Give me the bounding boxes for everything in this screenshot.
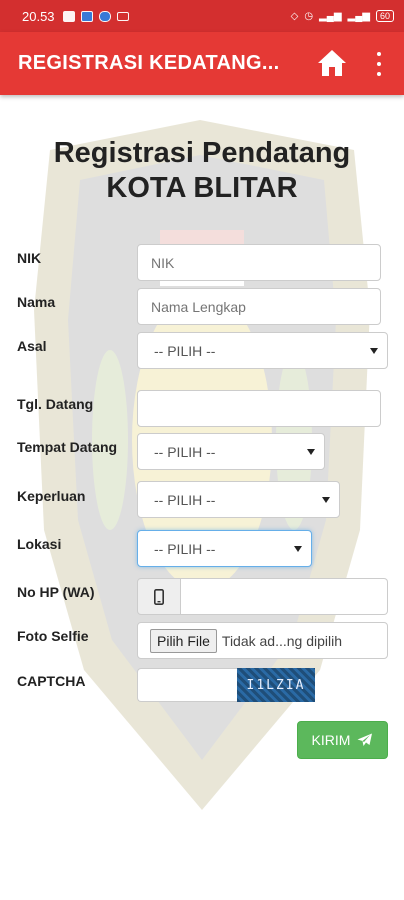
lokasi-select-value: -- PILIH -- (154, 540, 216, 557)
tgl-datang-input[interactable] (137, 390, 381, 427)
chevron-down-icon (370, 348, 378, 354)
asal-select-value: -- PILIH -- (154, 342, 216, 359)
nik-input[interactable] (137, 244, 381, 281)
asal-select[interactable]: -- PILIH -- (137, 332, 388, 369)
status-bar: 20.53 ◇ ◷ ▂▄▆ ▂▄▆ 60 (0, 0, 404, 32)
asal-label: Asal (17, 338, 47, 354)
app-notification-icon (80, 10, 93, 22)
cloud-icon (98, 10, 111, 22)
foto-selfie-field: Pilih File Tidak ad...ng dipilih (137, 622, 388, 659)
alarm-icon: ◷ (304, 10, 314, 22)
captcha-label: CAPTCHA (17, 673, 86, 689)
battery-icon: 60 (375, 10, 394, 22)
more-vert-icon[interactable] (368, 50, 390, 78)
notification-icons (62, 10, 129, 22)
chevron-down-icon (322, 497, 330, 503)
app-title: REGISTRASI KEDATANG... (18, 52, 280, 74)
kirim-button[interactable]: KIRIM (297, 721, 388, 759)
tempat-datang-select-value: -- PILIH -- (154, 443, 216, 460)
signal-icon: ▂▄▆ (319, 10, 342, 22)
keperluan-label: Keperluan (17, 488, 86, 504)
screen-icon (116, 11, 129, 21)
home-icon[interactable] (316, 48, 348, 78)
system-icons: ◇ ◷ ▂▄▆ ▂▄▆ 60 (291, 10, 394, 22)
keperluan-select[interactable]: -- PILIH -- (137, 481, 340, 518)
nik-label: NIK (17, 250, 42, 266)
choose-file-button[interactable]: Pilih File (150, 628, 217, 653)
no-hp-group (137, 578, 388, 615)
mobile-phone-icon (137, 578, 181, 615)
chevron-down-icon (307, 449, 315, 455)
captcha-image: I1LZIA (237, 668, 315, 702)
foto-selfie-label: Foto Selfie (17, 628, 89, 644)
page-title-line1: Registrasi Pendatang (53, 137, 351, 169)
lokasi-label: Lokasi (17, 536, 62, 552)
no-hp-input[interactable] (181, 578, 388, 615)
chevron-down-icon (294, 546, 302, 552)
app-bar: REGISTRASI KEDATANG... (0, 32, 404, 95)
tempat-datang-select[interactable]: -- PILIH -- (137, 433, 325, 470)
vibrate-icon: ◇ (290, 10, 299, 22)
send-icon (357, 733, 373, 746)
no-hp-label: No HP (WA) (17, 584, 95, 600)
captcha-input[interactable] (137, 668, 237, 702)
page-title-line2: KOTA BLITAR (106, 172, 298, 204)
nama-label: Nama (17, 294, 56, 310)
keperluan-select-value: -- PILIH -- (154, 491, 216, 508)
nama-input[interactable] (137, 288, 381, 325)
file-status-text: Tidak ad...ng dipilih (221, 632, 343, 649)
tgl-datang-label: Tgl. Datang (17, 396, 94, 412)
tempat-datang-label: Tempat Datang (17, 439, 118, 455)
lokasi-select[interactable]: -- PILIH -- (137, 530, 312, 567)
signal-icon-2: ▂▄▆ (347, 10, 370, 22)
page-title: Registrasi Pendatang KOTA BLITAR (0, 136, 404, 206)
robot-icon (62, 10, 75, 22)
kirim-label: KIRIM (311, 732, 351, 748)
status-time: 20.53 (22, 8, 55, 24)
captcha-text: I1LZIA (246, 677, 306, 693)
